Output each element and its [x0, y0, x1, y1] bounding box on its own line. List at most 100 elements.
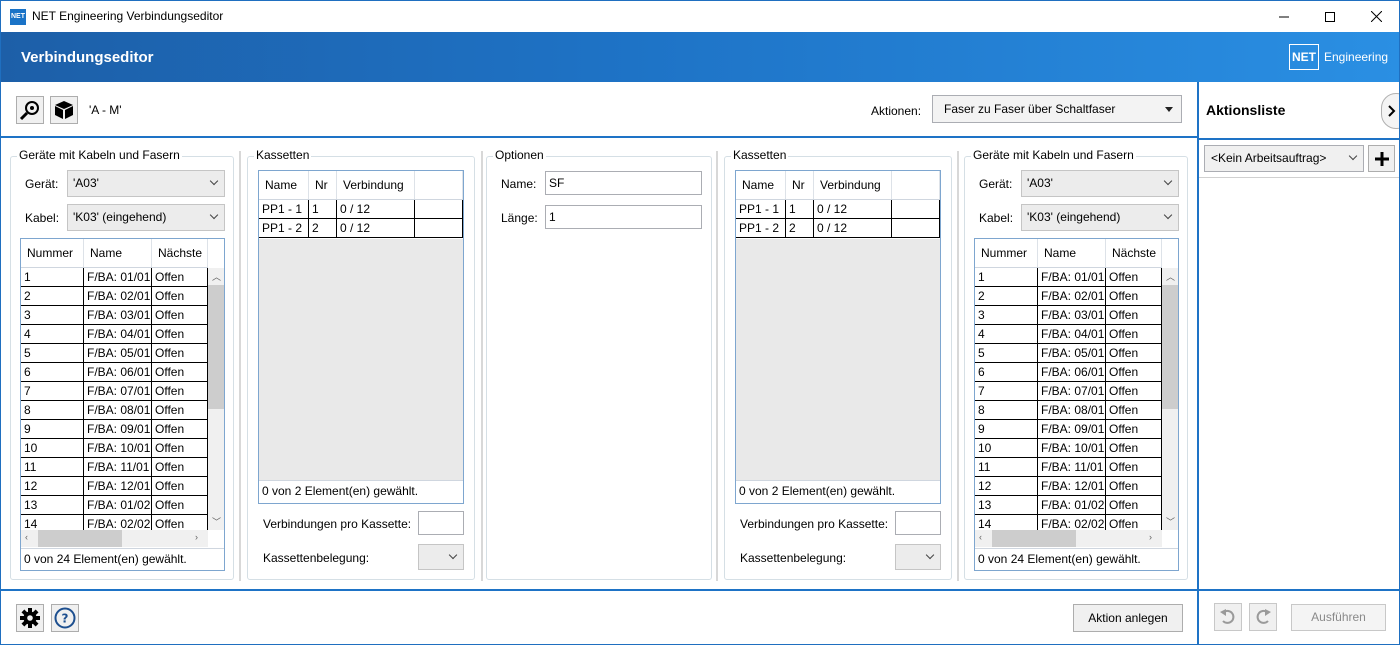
table-row[interactable]: 3 F/BA: 03/01 Offen — [21, 306, 208, 325]
right-per-cassette-input[interactable] — [895, 511, 941, 535]
column-header[interactable]: Nr — [786, 171, 814, 199]
length-input[interactable]: 1 — [545, 205, 702, 229]
left-device-select[interactable]: 'A03' — [67, 170, 225, 197]
cube-button[interactable] — [50, 96, 78, 124]
column-header[interactable]: Name — [736, 171, 786, 199]
actions-dropdown[interactable]: Faser zu Faser über Schaltfaser — [932, 95, 1182, 123]
scrollbar-thumb[interactable] — [1162, 285, 1178, 409]
table-row[interactable]: 12 F/BA: 12/01 Offen — [975, 477, 1162, 496]
column-header[interactable]: Verbindung — [814, 171, 892, 199]
table-cell: Offen — [1106, 382, 1162, 401]
table-row[interactable]: 10 F/BA: 10/01 Offen — [21, 439, 208, 458]
gear-icon — [20, 608, 40, 628]
right-cassette-allocation-select[interactable] — [895, 544, 941, 570]
table-cell: Offen — [1106, 496, 1162, 515]
table-row[interactable]: 8 F/BA: 08/01 Offen — [975, 401, 1162, 420]
left-per-cassette-input[interactable] — [418, 511, 464, 535]
table-cell: PP1 - 1 — [736, 200, 786, 219]
left-cassette-allocation-select[interactable] — [418, 544, 464, 570]
column-header[interactable]: Name — [84, 239, 152, 267]
table-cell: Offen — [1106, 287, 1162, 306]
table-row[interactable]: 3 F/BA: 03/01 Offen — [975, 306, 1162, 325]
table-row[interactable]: 9 F/BA: 09/01 Offen — [975, 420, 1162, 439]
name-input[interactable]: SF — [545, 171, 702, 195]
column-header[interactable]: Name — [1038, 239, 1106, 267]
table-row[interactable]: 4 F/BA: 04/01 Offen — [975, 325, 1162, 344]
chevron-down-icon — [1348, 151, 1358, 161]
table-row[interactable]: 9 F/BA: 09/01 Offen — [21, 420, 208, 439]
table-row[interactable]: 8 F/BA: 08/01 Offen — [21, 401, 208, 420]
vertical-scrollbar[interactable]: ︿ ﹀ — [208, 268, 224, 530]
app-window: NET NET Engineering Verbindungseditor Ve… — [0, 0, 1400, 645]
table-row[interactable]: 4 F/BA: 04/01 Offen — [21, 325, 208, 344]
table-row[interactable]: 6 F/BA: 06/01 Offen — [21, 363, 208, 382]
table-cell: F/BA: 01/02 — [1038, 496, 1106, 515]
run-button[interactable]: Ausführen — [1291, 604, 1386, 631]
chevron-down-icon — [209, 210, 219, 220]
column-header[interactable]: Verbindung — [337, 171, 415, 199]
table-cell: Offen — [1106, 401, 1162, 420]
scrollbar-thumb[interactable] — [992, 530, 1076, 547]
table-row[interactable]: 13 F/BA: 01/02 Offen — [21, 496, 208, 515]
left-cable-select[interactable]: 'K03' (eingehend) — [67, 204, 225, 231]
scroll-right-icon[interactable]: › — [1149, 532, 1152, 542]
maximize-icon — [1325, 11, 1335, 22]
add-work-order-button[interactable] — [1368, 145, 1395, 172]
table-row[interactable]: 2 F/BA: 02/01 Offen — [975, 287, 1162, 306]
column-header-filler — [892, 171, 940, 199]
table-row[interactable]: 11 F/BA: 11/01 Offen — [21, 458, 208, 477]
table-row[interactable]: PP1 - 110 / 12 — [259, 200, 463, 219]
scroll-left-icon[interactable]: ‹ — [25, 532, 28, 542]
redo-button[interactable] — [1249, 603, 1277, 631]
table-row[interactable]: PP1 - 220 / 12 — [259, 219, 463, 238]
table-row[interactable]: PP1 - 220 / 12 — [736, 219, 940, 238]
vertical-scrollbar[interactable]: ︿ ﹀ — [1162, 268, 1178, 530]
table-row[interactable]: 1 F/BA: 01/01 Offen — [975, 268, 1162, 287]
horizontal-scrollbar[interactable]: ‹ › — [21, 530, 208, 547]
scrollbar-thumb[interactable] — [208, 285, 224, 409]
horizontal-scrollbar[interactable]: ‹ › — [975, 530, 1162, 547]
scroll-left-icon[interactable]: ‹ — [979, 532, 982, 542]
table-row[interactable]: 13 F/BA: 01/02 Offen — [975, 496, 1162, 515]
scroll-up-icon[interactable]: ︿ — [212, 270, 221, 283]
scrollbar-thumb[interactable] — [38, 530, 122, 547]
column-header[interactable]: Nächste — [152, 239, 208, 267]
right-device-select[interactable]: 'A03' — [1021, 170, 1179, 197]
create-action-button[interactable]: Aktion anlegen — [1073, 604, 1183, 632]
table-row[interactable]: 7 F/BA: 07/01 Offen — [975, 382, 1162, 401]
table-row[interactable]: 1 F/BA: 01/01 Offen — [21, 268, 208, 287]
scroll-right-icon[interactable]: › — [195, 532, 198, 542]
minimize-button[interactable] — [1261, 1, 1307, 32]
table-row[interactable]: 6 F/BA: 06/01 Offen — [975, 363, 1162, 382]
table-row[interactable]: PP1 - 110 / 12 — [736, 200, 940, 219]
chevron-down-icon — [448, 550, 458, 560]
table-row[interactable]: 12 F/BA: 12/01 Offen — [21, 477, 208, 496]
column-header[interactable]: Nr — [309, 171, 337, 199]
table-row[interactable]: 11 F/BA: 11/01 Offen — [975, 458, 1162, 477]
search-network-button[interactable] — [16, 96, 44, 124]
collapse-panel-button[interactable] — [1381, 93, 1399, 129]
table-row[interactable]: 5 F/BA: 05/01 Offen — [975, 344, 1162, 363]
close-button[interactable] — [1353, 1, 1399, 32]
table-row[interactable]: 10 F/BA: 10/01 Offen — [975, 439, 1162, 458]
column-header[interactable]: Nächste — [1106, 239, 1162, 267]
work-order-select[interactable]: <Kein Arbeitsauftrag> — [1204, 145, 1364, 172]
scroll-down-icon[interactable]: ﹀ — [1166, 515, 1175, 528]
table-row[interactable]: 5 F/BA: 05/01 Offen — [21, 344, 208, 363]
help-button[interactable]: ? — [51, 604, 79, 632]
table-row[interactable]: 7 F/BA: 07/01 Offen — [21, 382, 208, 401]
table-cell: 10 — [21, 439, 84, 458]
settings-button[interactable] — [16, 604, 44, 632]
maximize-button[interactable] — [1307, 1, 1353, 32]
toolbar: 'A - M' Aktionen: Faser zu Faser über Sc… — [1, 82, 1197, 138]
scroll-down-icon[interactable]: ﹀ — [212, 515, 221, 528]
right-cable-select[interactable]: 'K03' (eingehend) — [1021, 204, 1179, 231]
column-header[interactable]: Nummer — [21, 239, 84, 267]
table-cell: Offen — [1106, 439, 1162, 458]
table-cell: 2 — [786, 219, 814, 238]
table-row[interactable]: 2 F/BA: 02/01 Offen — [21, 287, 208, 306]
scroll-up-icon[interactable]: ︿ — [1166, 270, 1175, 283]
column-header[interactable]: Nummer — [975, 239, 1038, 267]
column-header[interactable]: Name — [259, 171, 309, 199]
undo-button[interactable] — [1214, 603, 1242, 631]
